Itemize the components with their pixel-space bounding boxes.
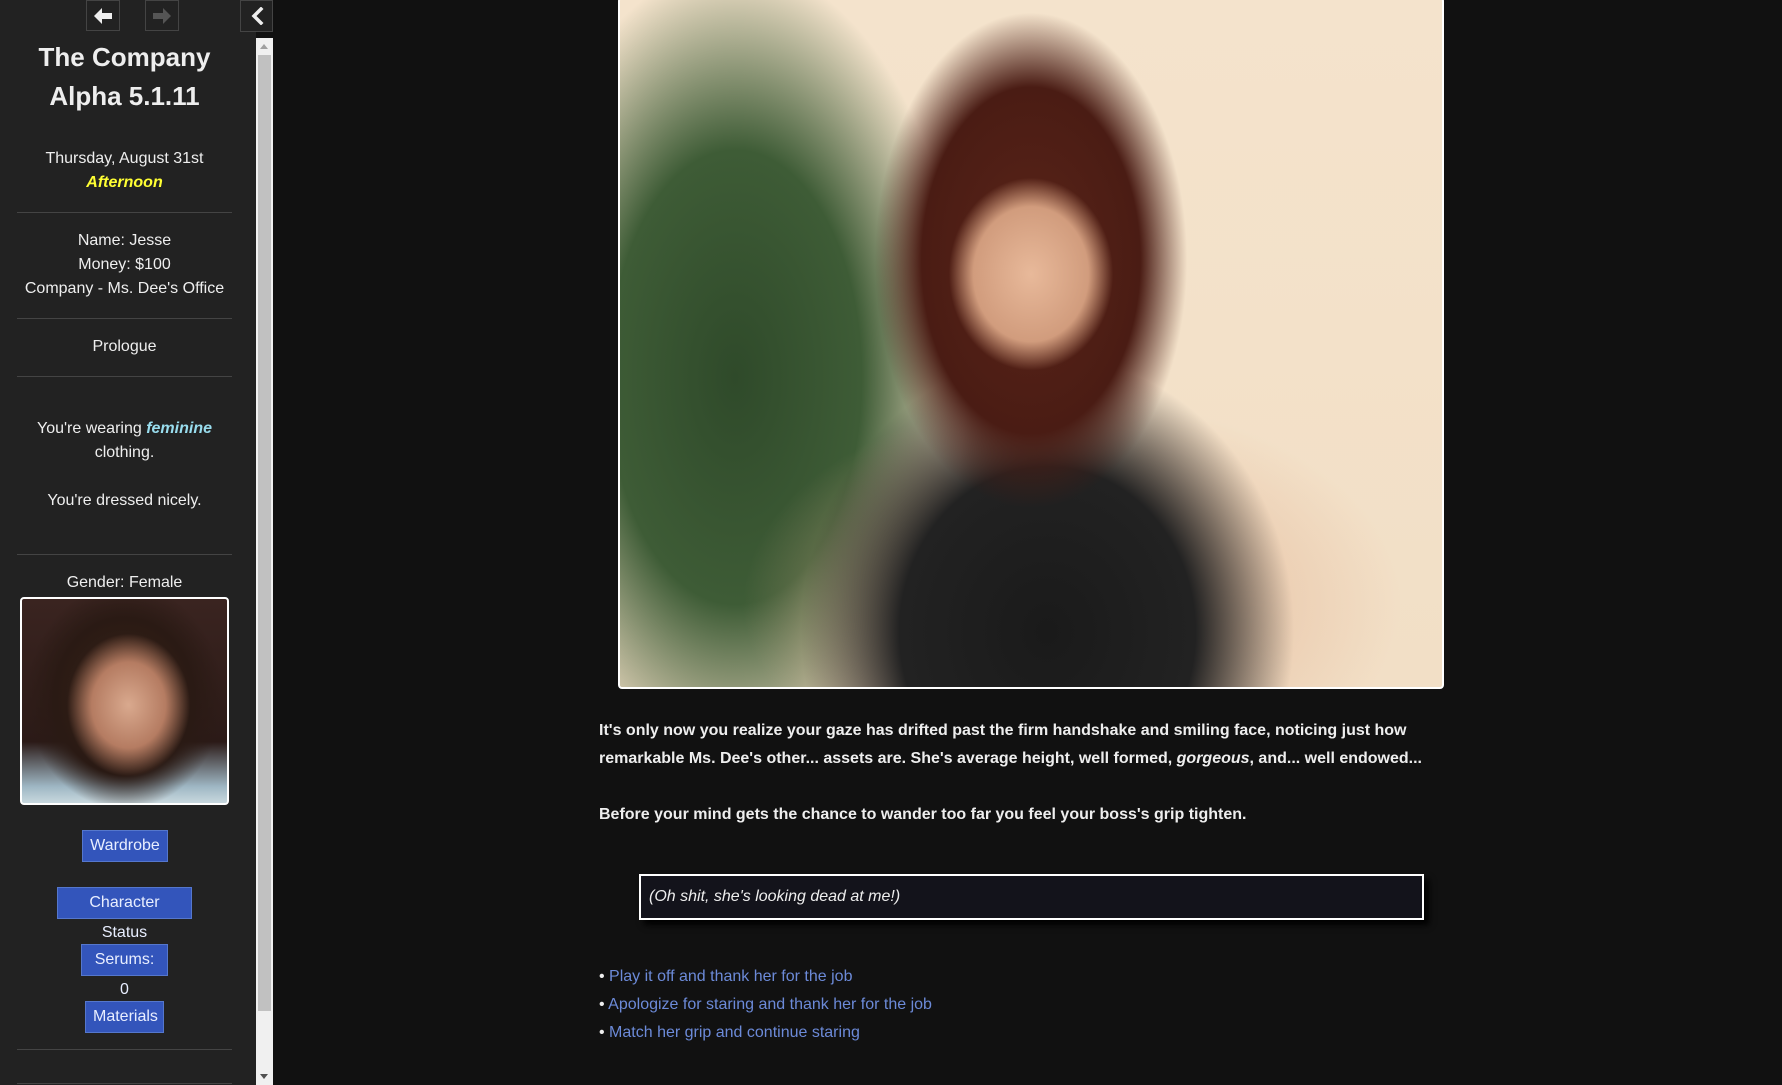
divider <box>17 1083 232 1084</box>
character-image <box>618 0 1444 689</box>
choice-item: • Apologize for staring and thank her fo… <box>599 993 932 1017</box>
sidebar-scrollbar[interactable] <box>256 38 273 1085</box>
chevron-left-icon <box>251 7 263 25</box>
date-label: Thursday, August 31st <box>45 150 204 167</box>
story-paragraph: Before your mind gets the chance to wand… <box>599 806 1247 823</box>
back-button[interactable] <box>86 0 120 31</box>
divider <box>17 212 232 213</box>
game-version: Alpha 5.1.11 <box>49 81 200 111</box>
game-title: The Company <box>38 42 211 72</box>
story-paragraph: It's only now you realize your gaze has … <box>599 717 1439 773</box>
gender-label: Gender: Female <box>66 574 183 591</box>
player-portrait <box>20 597 229 805</box>
character-status-button[interactable]: Character Status <box>57 887 192 941</box>
materials-button[interactable]: Materials <box>85 1001 164 1033</box>
bullet: • <box>599 1024 610 1041</box>
bullet: • <box>599 996 609 1013</box>
clothing-status: You're wearing feminine <box>0 417 249 441</box>
arrow-right-icon <box>153 7 171 24</box>
player-money: Money: $100 <box>78 256 171 273</box>
bullet: • <box>599 968 610 985</box>
clothing-prefix: You're wearing <box>37 420 147 437</box>
serums-button[interactable]: Serums: 0 <box>81 944 168 998</box>
collapse-sidebar-button[interactable] <box>240 0 273 32</box>
clothing-suffix: clothing. <box>94 444 155 461</box>
scrollbar-thumb[interactable] <box>258 55 271 1011</box>
divider <box>17 376 232 377</box>
divider <box>17 318 232 319</box>
choice-link-apologize[interactable]: Apologize for staring and thank her for … <box>608 996 932 1013</box>
scroll-up-arrow-icon[interactable] <box>260 44 268 49</box>
inner-thought-box: (Oh shit, she's looking dead at me!) <box>639 874 1424 920</box>
choice-link-play-it-off[interactable]: Play it off and thank her for the job <box>609 968 852 985</box>
choice-item: • Play it off and thank her for the job <box>599 965 852 989</box>
wardrobe-button[interactable]: Wardrobe <box>82 830 168 862</box>
dressed-status: You're dressed nicely. <box>47 492 202 509</box>
choice-link-match-grip[interactable]: Match her grip and continue staring <box>609 1024 860 1041</box>
forward-button[interactable] <box>145 0 179 31</box>
clothing-style: feminine <box>146 420 212 437</box>
choice-item: • Match her grip and continue staring <box>599 1021 860 1045</box>
divider <box>17 554 232 555</box>
player-name: Name: Jesse <box>77 232 172 249</box>
story-emphasis: gorgeous <box>1176 750 1250 767</box>
arrow-left-icon <box>94 7 112 24</box>
divider <box>17 1049 232 1050</box>
chapter-label: Prologue <box>92 338 157 355</box>
story-text: , and... well endowed... <box>1249 750 1422 767</box>
time-of-day: Afternoon <box>86 174 163 191</box>
scroll-down-arrow-icon[interactable] <box>260 1074 268 1079</box>
player-location: Company - Ms. Dee's Office <box>24 280 225 297</box>
sidebar: The Company Alpha 5.1.11 Thursday, Augus… <box>0 0 256 1085</box>
